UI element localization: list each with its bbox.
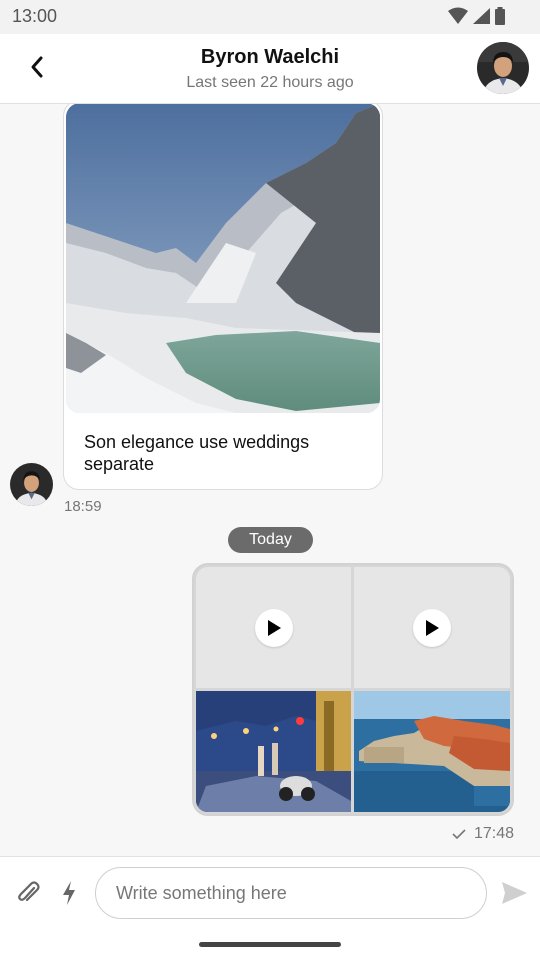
composer-bar	[0, 856, 540, 960]
last-seen-status: Last seen 22 hours ago	[186, 74, 354, 91]
message-timestamp: 18:59	[64, 498, 102, 515]
street-night-photo[interactable]	[196, 691, 351, 812]
chat-header: Byron Waelchi Last seen 22 hours ago	[0, 34, 540, 104]
video-thumbnail[interactable]	[354, 567, 510, 688]
coastal-city-photo[interactable]	[354, 691, 510, 812]
battery-icon	[495, 7, 505, 25]
message-input[interactable]	[95, 867, 487, 919]
paperclip-icon	[18, 881, 40, 902]
play-button[interactable]	[254, 608, 293, 647]
outgoing-media-message[interactable]	[192, 563, 514, 816]
image-caption: Son elegance use weddings separate	[84, 432, 310, 474]
wifi-icon	[448, 7, 468, 24]
lightning-icon	[63, 881, 75, 905]
play-button[interactable]	[413, 608, 451, 647]
play-icon	[426, 619, 439, 636]
attach-button[interactable]	[14, 879, 42, 907]
send-icon	[502, 882, 527, 904]
outgoing-meta: 17:48	[452, 825, 514, 843]
status-bar: 13:00	[0, 0, 540, 34]
video-thumbnail[interactable]	[196, 567, 351, 688]
signal-icon	[473, 8, 490, 24]
status-time: 13:00	[12, 6, 58, 26]
home-indicator[interactable]	[199, 942, 341, 947]
message-list[interactable]: Son elegance use weddings separate 18:59…	[0, 104, 540, 856]
date-separator: Today	[228, 527, 313, 553]
status-icons	[448, 7, 506, 25]
send-button[interactable]	[499, 878, 529, 908]
mountain-lake-photo[interactable]	[66, 104, 380, 413]
contact-name[interactable]: Byron Waelchi	[0, 46, 540, 69]
message-timestamp: 17:48	[473, 825, 514, 842]
play-icon	[267, 619, 281, 636]
check-icon	[452, 829, 466, 840]
quick-action-button[interactable]	[60, 880, 78, 906]
contact-avatar[interactable]	[477, 42, 529, 94]
sender-avatar[interactable]	[10, 463, 53, 506]
incoming-image-message[interactable]: Son elegance use weddings separate	[63, 104, 383, 490]
